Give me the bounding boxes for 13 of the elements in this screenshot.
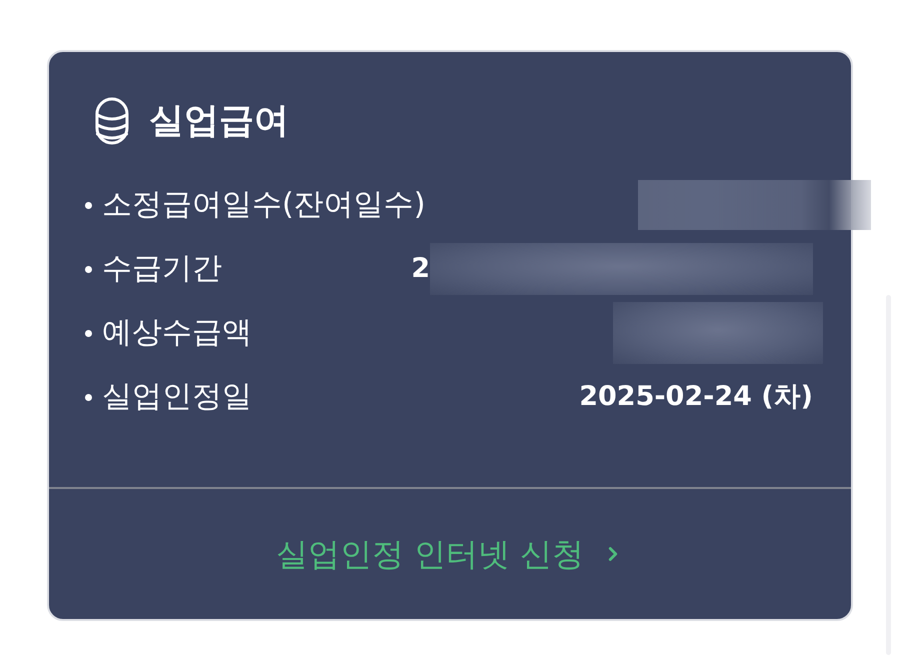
bullet-icon [85, 266, 92, 272]
card-title: 실업급여 [149, 100, 289, 142]
row-value: 2025-02-24 (차) [579, 380, 813, 414]
internet-application-link[interactable]: 실업인정 인터넷 신청 [270, 530, 630, 578]
bullet-icon [85, 394, 92, 400]
bullet-icon [85, 330, 92, 336]
row-label: 소정급여일수(잔여일수) [102, 186, 426, 224]
bullet-icon [85, 202, 92, 208]
row-value: 2 [411, 252, 430, 286]
row-label: 수급기간 [102, 250, 222, 288]
coin-stack-icon [95, 97, 129, 145]
row-label: 예상수급액 [102, 314, 252, 352]
row-label: 실업인정일 [102, 378, 252, 416]
